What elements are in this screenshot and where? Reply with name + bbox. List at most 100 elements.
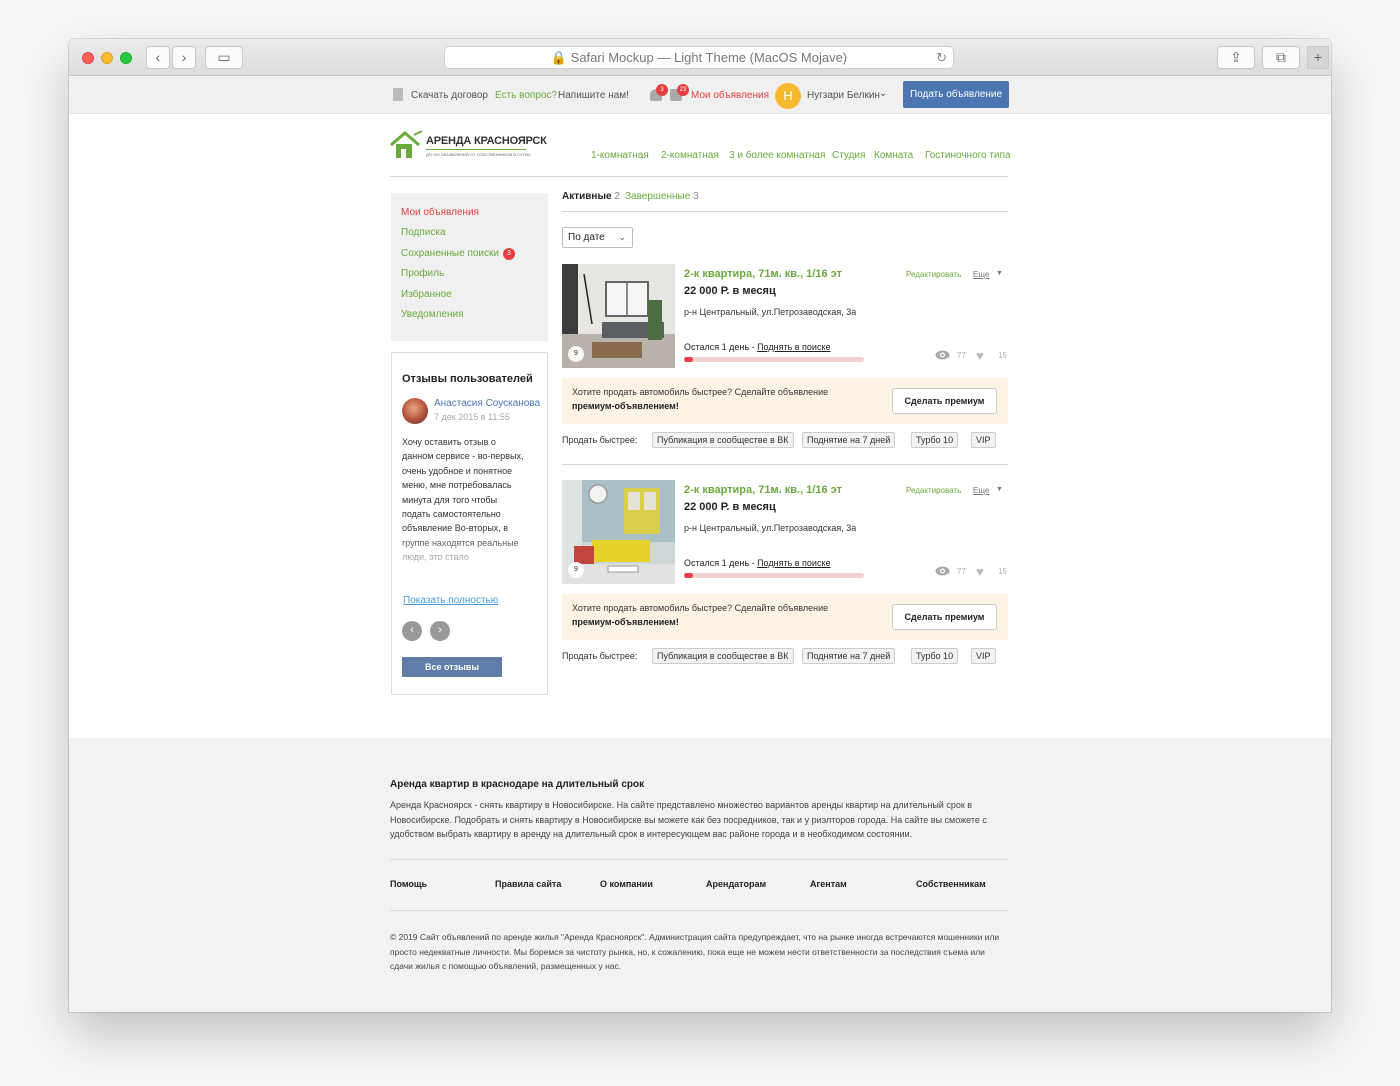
footer-link-about[interactable]: О компании	[600, 879, 653, 889]
footer-link-agents[interactable]: Агентам	[810, 879, 847, 889]
reviews-widget: Отзывы пользователей Анастасия Соусканов…	[391, 352, 548, 695]
reload-icon[interactable]: ↻	[936, 47, 947, 68]
chip-vip[interactable]: VIP	[971, 648, 996, 664]
promo-text-main: Хотите продать автомобиль быстрее? Сдела…	[572, 387, 829, 397]
close-window-button[interactable]	[82, 52, 94, 64]
my-ads-link[interactable]: Мои объявления	[691, 90, 769, 101]
sidebar-item-profile[interactable]: Профиль	[401, 268, 444, 279]
all-reviews-button[interactable]: Все отзывы	[402, 657, 502, 677]
site-topbar: Скачать договор Есть вопрос? Напишите на…	[69, 76, 1331, 114]
prev-review-icon[interactable]: ‹	[402, 621, 422, 641]
document-icon	[393, 88, 403, 101]
review-date: 7 дек 2015 в 11:55	[434, 412, 510, 422]
chip-vk-publication[interactable]: Публикация в сообществе в ВК	[652, 648, 794, 664]
sidebar-item-my-ads[interactable]: Мои объявления	[401, 207, 479, 218]
chip-lift-7-days[interactable]: Поднятие на 7 дней	[802, 432, 896, 448]
edit-link[interactable]: Редактировать	[906, 486, 961, 495]
user-name[interactable]: Нугзари Белкин	[807, 90, 880, 101]
nav-2-room[interactable]: 2-комнатная	[661, 150, 719, 161]
lift-in-search-link[interactable]: Поднять в поиске	[757, 342, 830, 352]
promo-text: Хотите продать автомобиль быстрее? Сдела…	[572, 385, 852, 413]
nav-3-plus-room[interactable]: 3 и более комнатная	[729, 150, 825, 161]
new-tab-icon[interactable]: +	[1307, 46, 1329, 69]
nav-room[interactable]: Комната	[874, 150, 913, 161]
chip-turbo-10[interactable]: Турбо 10	[911, 648, 959, 664]
promo-text-bold: премиум-объявлением!	[572, 401, 679, 411]
tab-active[interactable]: Активные 2	[562, 191, 620, 202]
sort-select[interactable]: По дате ⌄	[562, 227, 633, 248]
make-premium-button[interactable]: Сделать премиум	[892, 388, 997, 414]
download-contract-link[interactable]: Скачать договор	[411, 90, 488, 101]
question-link[interactable]: Есть вопрос?	[495, 90, 557, 101]
site-footer: Аренда квартир в краснодаре на длительны…	[69, 738, 1331, 1012]
caret-down-icon[interactable]: ▼	[996, 486, 1003, 493]
sidebar-item-saved-searches[interactable]: Сохраненные поиски	[401, 248, 499, 259]
post-ad-button[interactable]: Подать объявление	[903, 81, 1009, 108]
back-icon[interactable]: ‹	[146, 46, 170, 69]
listing-address: р-н Центральный, ул.Петрозаводская, 3а	[684, 307, 857, 317]
photo-count: 9	[568, 346, 584, 362]
tabs-divider	[562, 211, 1008, 212]
make-premium-button[interactable]: Сделать премиум	[892, 604, 997, 630]
days-progress-bar	[684, 573, 864, 578]
reviewer-avatar	[402, 398, 428, 424]
minimize-window-button[interactable]	[101, 52, 113, 64]
review-fade	[402, 535, 532, 579]
footer-link-help[interactable]: Помощь	[390, 879, 427, 889]
sidebar-toggle-icon[interactable]: ▭	[205, 46, 243, 69]
more-link[interactable]: Еще	[973, 270, 989, 279]
chevron-down-icon[interactable]: ⌄	[879, 88, 887, 99]
share-icon[interactable]: ⇪	[1217, 46, 1255, 69]
sidebar-item-favorites[interactable]: Избранное	[401, 289, 452, 300]
nav-1-room[interactable]: 1-комнатная	[591, 150, 649, 161]
tab-active-label: Активные	[562, 191, 612, 202]
edit-link[interactable]: Редактировать	[906, 270, 961, 279]
footer-divider	[390, 910, 1008, 911]
caret-down-icon[interactable]: ▼	[996, 270, 1003, 277]
next-review-icon[interactable]: ›	[430, 621, 450, 641]
days-left-text: Остался 1 день -	[684, 342, 758, 352]
tab-active-count: 2	[614, 191, 620, 202]
reviewer-name[interactable]: Анастасия Соусканова	[434, 398, 540, 409]
write-us-link[interactable]: Напишите нам!	[558, 90, 629, 101]
logo-subtitle: ДО 100 ОБЪЯВЛЕНИЙ ОТ СОБСТВЕННИКОВ В СУТ…	[426, 152, 531, 157]
avatar[interactable]: Н	[775, 83, 801, 109]
sidebar-item-subscription[interactable]: Подписка	[401, 227, 446, 238]
fullscreen-window-button[interactable]	[120, 52, 132, 64]
listing-title[interactable]: 2-к квартира, 71м. кв., 1/16 эт	[684, 484, 842, 496]
footer-title: Аренда квартир в краснодаре на длительны…	[390, 779, 645, 790]
nav-hostel[interactable]: Гостиночного типа	[925, 150, 1011, 161]
bell-badge: 3	[656, 84, 668, 96]
show-more-link[interactable]: Показать полностью	[403, 595, 498, 606]
promo-text: Хотите продать автомобиль быстрее? Сдела…	[572, 601, 852, 629]
listing-title[interactable]: 2-к квартира, 71м. кв., 1/16 эт	[684, 268, 842, 280]
chip-vk-publication[interactable]: Публикация в сообществе в ВК	[652, 432, 794, 448]
chip-vip[interactable]: VIP	[971, 432, 996, 448]
views-count: 77	[957, 567, 966, 576]
listing-price: 22 000 Р. в месяц	[684, 285, 776, 297]
progress-fill	[684, 357, 693, 362]
listing-divider	[562, 464, 1008, 465]
eye-icon	[935, 350, 950, 360]
lift-in-search-link[interactable]: Поднять в поиске	[757, 558, 830, 568]
chip-lift-7-days[interactable]: Поднятие на 7 дней	[802, 648, 896, 664]
footer-copyright: © 2019 Сайт объявлений по аренде жилья "…	[390, 932, 1000, 971]
nav-studio[interactable]: Студия	[832, 150, 865, 161]
sell-faster-label: Продать быстрее:	[562, 435, 638, 445]
sidebar-item-notifications[interactable]: Уведомления	[401, 309, 464, 320]
tabs-overview-icon[interactable]: ⧉	[1262, 46, 1300, 69]
progress-fill	[684, 573, 693, 578]
more-link[interactable]: Еще	[973, 486, 989, 495]
chip-turbo-10[interactable]: Турбо 10	[911, 432, 959, 448]
premium-promo: Хотите продать автомобиль быстрее? Сдела…	[562, 378, 1008, 424]
footer-link-rules[interactable]: Правила сайта	[495, 879, 561, 889]
address-bar[interactable]: 🔒 Safari Mockup — Light Theme (MacOS Moj…	[444, 46, 954, 69]
photo-count: 9	[568, 562, 584, 578]
listing-photo[interactable]: 9	[562, 264, 675, 368]
listing-photo[interactable]: 9	[562, 480, 675, 584]
footer-link-tenants[interactable]: Арендаторам	[706, 879, 766, 889]
tab-completed[interactable]: Завершенные 3	[625, 191, 699, 202]
header-divider	[390, 176, 1008, 177]
forward-icon[interactable]: ›	[172, 46, 196, 69]
footer-link-owners[interactable]: Собственникам	[916, 879, 986, 889]
